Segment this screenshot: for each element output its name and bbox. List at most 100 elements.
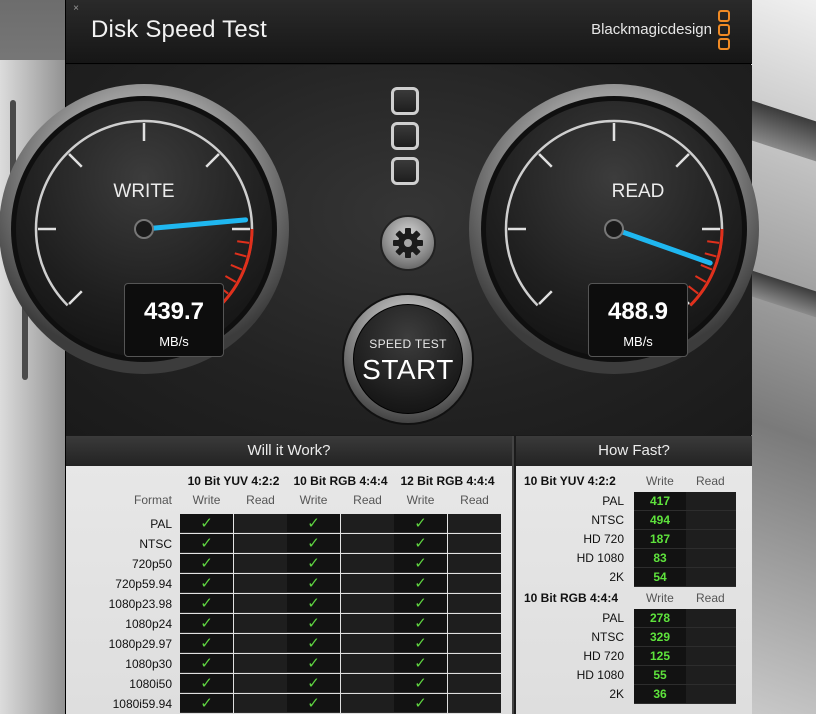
read-cell bbox=[448, 614, 501, 633]
how-fast-format-label: 2K bbox=[609, 687, 624, 701]
how-fast-write-value: 278 bbox=[634, 609, 686, 628]
how-fast-read-value bbox=[686, 568, 736, 587]
format-label: 1080p23.98 bbox=[108, 597, 172, 611]
how-fast-write-header: Write bbox=[646, 591, 674, 605]
read-cell bbox=[448, 594, 501, 613]
read-cell bbox=[341, 594, 394, 613]
format-row: 1080i59.94 ✓ ✓ ✓ bbox=[66, 694, 512, 714]
read-unit: MB/s bbox=[623, 334, 653, 349]
format-row: 1080p29.97 ✓ ✓ ✓ bbox=[66, 634, 512, 654]
read-column-header: Read bbox=[460, 493, 489, 507]
how-fast-section-title: 10 Bit RGB 4:4:4 bbox=[524, 591, 619, 605]
write-cell: ✓ bbox=[180, 654, 233, 673]
how-fast-read-value bbox=[686, 666, 736, 685]
read-cell bbox=[234, 594, 287, 613]
start-button-label: START bbox=[362, 354, 454, 385]
format-row: 720p59.94 ✓ ✓ ✓ bbox=[66, 574, 512, 594]
group-header: 10 Bit RGB 4:4:4 bbox=[293, 474, 388, 488]
will-it-work-title: Will it Work? bbox=[66, 436, 512, 466]
format-row: 1080i50 ✓ ✓ ✓ bbox=[66, 674, 512, 694]
will-it-work-panel: Will it Work? Format 10 Bit YUV 4:2:2 Wri… bbox=[66, 436, 514, 714]
check-icon: ✓ bbox=[307, 594, 320, 612]
format-label: 1080i59.94 bbox=[112, 697, 172, 711]
how-fast-write-value: 494 bbox=[634, 511, 686, 530]
how-fast-row: PAL 417 bbox=[516, 492, 752, 511]
title-bar: × Disk Speed Test Blackmagicdesign bbox=[66, 0, 752, 64]
write-cell: ✓ bbox=[180, 674, 233, 693]
check-icon: ✓ bbox=[200, 574, 213, 592]
how-fast-read-value bbox=[686, 609, 736, 628]
read-cell bbox=[448, 554, 501, 573]
how-fast-read-value bbox=[686, 492, 736, 511]
selector-box-icon[interactable] bbox=[391, 157, 419, 185]
write-cell: ✓ bbox=[180, 554, 233, 573]
read-cell bbox=[341, 634, 394, 653]
check-icon: ✓ bbox=[200, 634, 213, 652]
check-icon: ✓ bbox=[414, 514, 427, 532]
check-icon: ✓ bbox=[414, 614, 427, 632]
write-column-header: Write bbox=[406, 493, 435, 507]
gauge-area: WRITE 439.7 MB/s READ 488.9 MB/s SPEED T… bbox=[0, 65, 759, 435]
how-fast-write-value: 55 bbox=[634, 666, 686, 685]
write-cell: ✓ bbox=[287, 674, 340, 693]
disk-speed-test-window: × Disk Speed Test Blackmagicdesign WRITE… bbox=[0, 0, 759, 714]
selector-box-icon[interactable] bbox=[391, 122, 419, 150]
read-cell bbox=[341, 654, 394, 673]
check-icon: ✓ bbox=[414, 574, 427, 592]
write-cell: ✓ bbox=[180, 534, 233, 553]
how-fast-write-value: 417 bbox=[634, 492, 686, 511]
brand-name: Blackmagicdesign bbox=[591, 21, 712, 38]
read-cell bbox=[341, 614, 394, 633]
how-fast-format-label: NTSC bbox=[591, 630, 624, 644]
how-fast-write-value: 125 bbox=[634, 647, 686, 666]
read-cell bbox=[448, 534, 501, 553]
check-icon: ✓ bbox=[200, 654, 213, 672]
check-icon: ✓ bbox=[200, 594, 213, 612]
format-label: 1080p24 bbox=[125, 617, 172, 631]
how-fast-read-header: Read bbox=[696, 474, 725, 488]
write-cell: ✓ bbox=[394, 654, 447, 673]
write-cell: ✓ bbox=[287, 574, 340, 593]
write-cell: ✓ bbox=[394, 694, 447, 713]
gauge-hub bbox=[604, 219, 624, 239]
format-label: NTSC bbox=[139, 537, 172, 551]
write-cell: ✓ bbox=[180, 634, 233, 653]
read-cell bbox=[341, 514, 394, 533]
write-cell: ✓ bbox=[180, 514, 233, 533]
settings-button[interactable] bbox=[380, 215, 436, 271]
start-button-face[interactable]: SPEED TEST START bbox=[353, 304, 463, 414]
read-cell bbox=[341, 574, 394, 593]
read-cell bbox=[448, 634, 501, 653]
view-selector[interactable] bbox=[391, 87, 423, 192]
read-cell bbox=[448, 574, 501, 593]
write-cell: ✓ bbox=[287, 654, 340, 673]
gear-icon bbox=[393, 228, 423, 258]
speed-test-start-button[interactable]: SPEED TEST START bbox=[342, 293, 474, 425]
how-fast-format-label: HD 1080 bbox=[576, 551, 624, 565]
how-fast-format-label: PAL bbox=[602, 611, 624, 625]
how-fast-read-value bbox=[686, 685, 736, 704]
read-cell bbox=[341, 694, 394, 713]
read-cell bbox=[448, 674, 501, 693]
check-icon: ✓ bbox=[307, 654, 320, 672]
close-icon[interactable]: × bbox=[70, 3, 82, 15]
check-icon: ✓ bbox=[414, 694, 427, 712]
check-icon: ✓ bbox=[200, 534, 213, 552]
format-row: 1080p24 ✓ ✓ ✓ bbox=[66, 614, 512, 634]
write-cell: ✓ bbox=[394, 574, 447, 593]
group-header: 12 Bit RGB 4:4:4 bbox=[400, 474, 495, 488]
write-cell: ✓ bbox=[394, 634, 447, 653]
write-gauge: WRITE 439.7 MB/s bbox=[0, 83, 290, 375]
write-cell: ✓ bbox=[287, 554, 340, 573]
how-fast-title: How Fast? bbox=[516, 436, 752, 466]
group-header: 10 Bit YUV 4:2:2 bbox=[187, 474, 280, 488]
read-cell bbox=[341, 534, 394, 553]
read-cell bbox=[234, 574, 287, 593]
how-fast-format-label: HD 720 bbox=[583, 649, 624, 663]
how-fast-write-value: 83 bbox=[634, 549, 686, 568]
check-icon: ✓ bbox=[414, 554, 427, 572]
selector-box-icon[interactable] bbox=[391, 87, 419, 115]
write-cell: ✓ bbox=[394, 674, 447, 693]
how-fast-read-value bbox=[686, 511, 736, 530]
read-cell bbox=[234, 514, 287, 533]
